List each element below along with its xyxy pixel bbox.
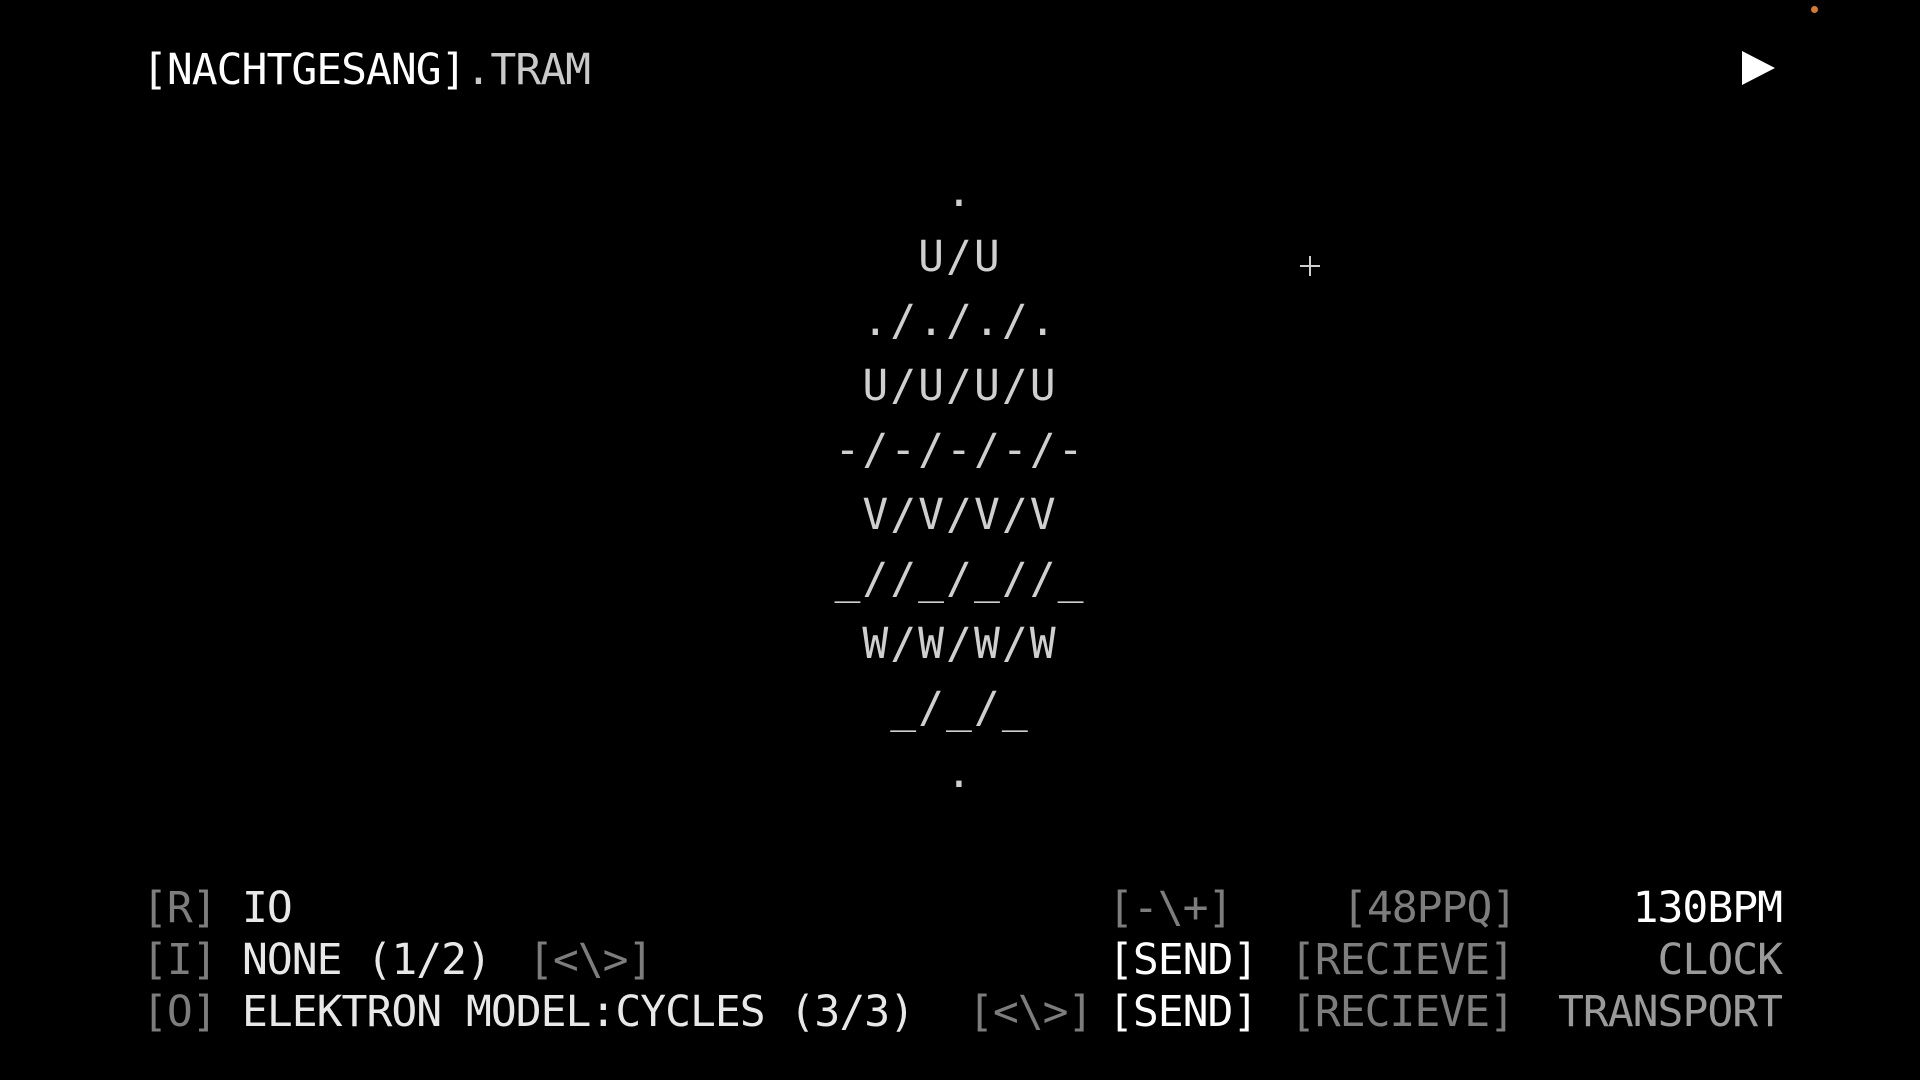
input-nav-toggle[interactable]: [<\>] (528, 934, 653, 986)
title-bracket: [NACHTGESANG] (142, 45, 467, 95)
page-title: [NACHTGESANG].TRAM (142, 42, 591, 98)
transport-label: TRANSPORT (1558, 987, 1783, 1037)
art-line: -/-/-/-/- (834, 425, 1086, 475)
row-key[interactable]: [R] (142, 882, 218, 934)
art-line: ./././. (862, 296, 1058, 346)
output-nav-toggle[interactable]: [<\>] (968, 986, 1093, 1038)
row-route: [R] IO [-\+] [48PPQ] 130BPM (142, 882, 1783, 934)
clock-send-toggle[interactable]: [SEND] (1108, 934, 1258, 986)
transport-receive-toggle[interactable]: [RECIEVE] (1290, 986, 1515, 1038)
title-extension: .TRAM (465, 45, 591, 95)
art-line: V/V/V/V (862, 489, 1058, 540)
row-value: NONE (1/2) (242, 935, 492, 985)
clock-receive-toggle[interactable]: [RECIEVE] (1290, 934, 1515, 986)
row-value: ELEKTRON MODEL:CYCLES (3/3) (242, 987, 915, 1037)
art-line: . (946, 167, 974, 217)
status-dot (1811, 6, 1818, 13)
row-key[interactable]: [O] (142, 986, 218, 1038)
art-line: W/W/W/W (862, 618, 1058, 669)
row-key[interactable]: [I] (142, 934, 218, 986)
play-icon (1742, 51, 1775, 85)
art-line: U/U/U/U (862, 360, 1058, 411)
adjust-control[interactable]: [-\+] (1108, 882, 1233, 934)
row-input: [I] NONE (1/2) [<\>] [SEND] [RECIEVE] CL… (142, 934, 1783, 986)
row-output: [O] ELEKTRON MODEL:CYCLES (3/3) [<\>] [S… (142, 986, 1783, 1038)
ppq-toggle[interactable]: [48PPQ] (1342, 882, 1517, 934)
art-line: _/_/_ (890, 683, 1030, 733)
art-line: . (946, 747, 974, 798)
bpm-value: 130BPM (1632, 883, 1783, 933)
ascii-art: . U/U ./././. U/U/U/U -/-/-/-/- V/V/V/V … (760, 160, 1160, 805)
play-button[interactable] (1740, 50, 1776, 86)
art-line: U/U (918, 231, 1002, 282)
art-line: _//_/_//_ (834, 554, 1086, 604)
row-value: IO (242, 883, 293, 933)
io-panel: [R] IO [-\+] [48PPQ] 130BPM [I] NONE (1/… (142, 882, 1783, 1042)
transport-send-toggle[interactable]: [SEND] (1108, 986, 1258, 1038)
crosshair-cursor-icon (1300, 256, 1320, 276)
clock-label: CLOCK (1657, 935, 1783, 985)
